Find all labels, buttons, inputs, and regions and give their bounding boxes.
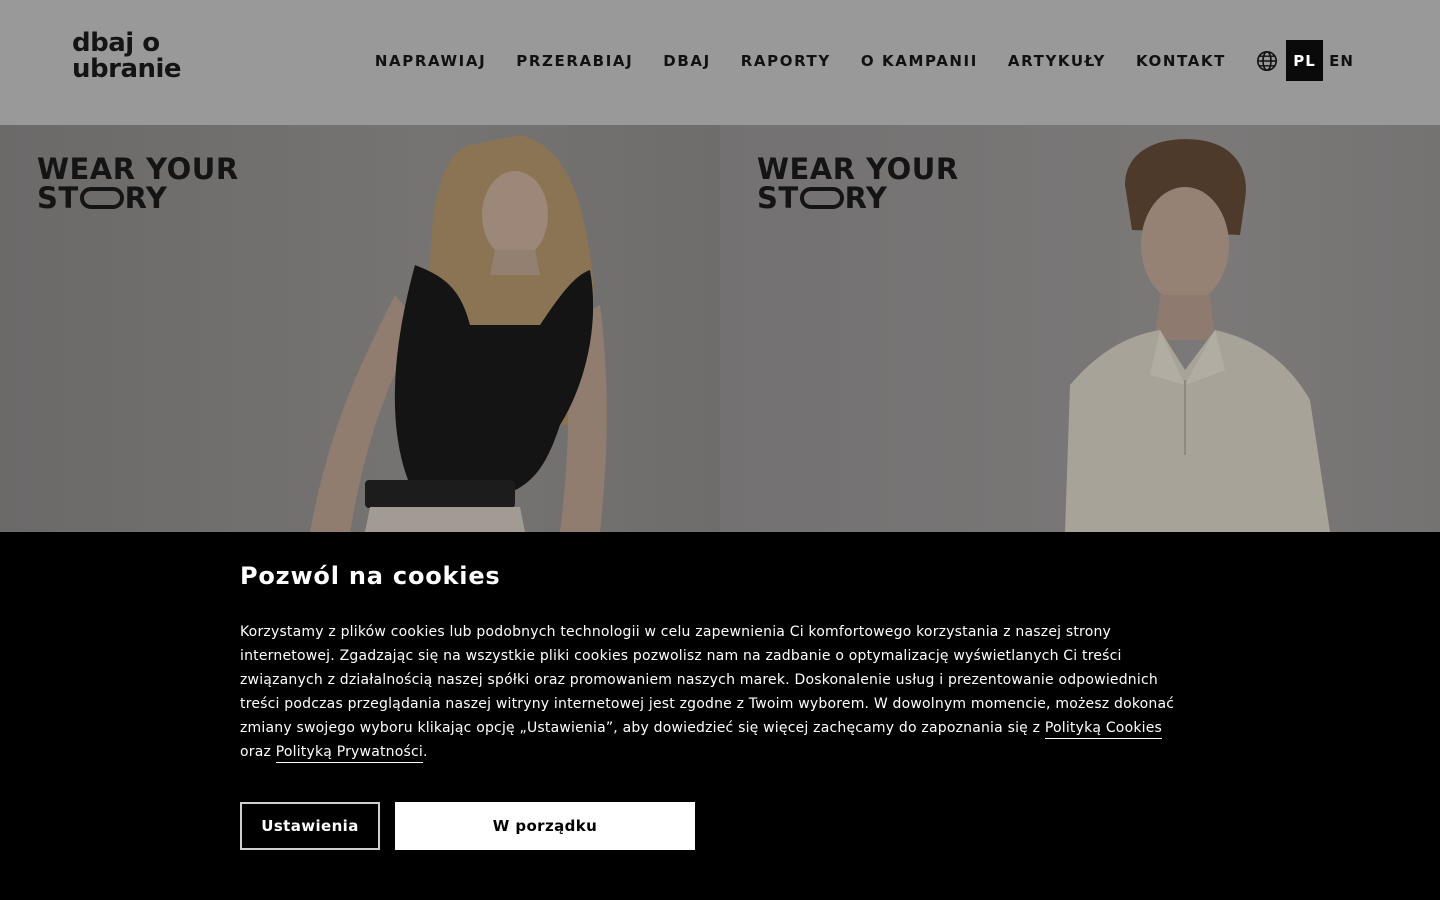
story-line-1: WEAR YOUR: [757, 152, 959, 186]
story-o-icon: [79, 187, 124, 209]
story-line-2: ST RY: [757, 184, 959, 213]
story-suffix: RY: [844, 181, 888, 215]
story-suffix: RY: [124, 181, 168, 215]
privacy-policy-link[interactable]: Polityką Prywatności: [275, 744, 423, 763]
story-line-1: WEAR YOUR: [37, 152, 239, 186]
nav-o-kampanii[interactable]: O KAMPANII: [861, 52, 978, 70]
nav-przerabiaj[interactable]: PRZERABIAJ: [516, 52, 633, 70]
nav-raporty[interactable]: RAPORTY: [741, 52, 831, 70]
cookie-banner: Pozwól na cookies Korzystamy z plików co…: [0, 532, 1440, 900]
hero-panel-men[interactable]: WEAR YOUR ST RY: [720, 125, 1440, 532]
globe-icon[interactable]: [1256, 50, 1278, 72]
cookie-buttons: Ustawienia W porządku: [240, 802, 695, 850]
nav-kontakt[interactable]: KONTAKT: [1136, 52, 1226, 70]
nav-naprawiaj[interactable]: NAPRAWIAJ: [375, 52, 486, 70]
cookies-policy-link[interactable]: Polityką Cookies: [1044, 720, 1163, 739]
cookie-text: Korzystamy z plików cookies lub podobnyc…: [240, 620, 1200, 764]
cookie-title: Pozwól na cookies: [240, 562, 501, 590]
nav-artykuly[interactable]: ARTYKUŁY: [1008, 52, 1106, 70]
settings-button[interactable]: Ustawienia: [240, 802, 380, 850]
cookie-content: Pozwól na cookies Korzystamy z plików co…: [240, 562, 1200, 764]
logo-line-2: ubranie: [72, 54, 182, 84]
cookie-connector: oraz: [240, 744, 276, 760]
wear-your-story-logo: WEAR YOUR ST RY: [757, 155, 959, 213]
logo-line-1: dbaj o: [72, 28, 160, 58]
cookie-body: Korzystamy z plików cookies lub podobnyc…: [240, 624, 1175, 736]
story-line-2: ST RY: [37, 184, 239, 213]
story-prefix: ST: [37, 181, 79, 215]
hero-panel-women[interactable]: WEAR YOUR ST RY: [0, 125, 720, 532]
story-o-icon: [799, 187, 844, 209]
site-header: dbaj o ubranie NAPRAWIAJ PRZERABIAJ DBAJ…: [0, 0, 1440, 125]
accept-button[interactable]: W porządku: [395, 802, 695, 850]
cookie-end: .: [422, 744, 428, 760]
nav-dbaj[interactable]: DBAJ: [663, 52, 710, 70]
lang-en[interactable]: EN: [1323, 40, 1360, 81]
hero: WEAR YOUR ST RY WEAR YOUR ST RY: [0, 125, 1440, 532]
main-nav: NAPRAWIAJ PRZERABIAJ DBAJ RAPORTY O KAMP…: [375, 40, 1440, 81]
lang-pl[interactable]: PL: [1286, 40, 1323, 81]
wear-your-story-logo: WEAR YOUR ST RY: [37, 155, 239, 213]
logo[interactable]: dbaj o ubranie: [72, 30, 192, 82]
story-prefix: ST: [757, 181, 799, 215]
